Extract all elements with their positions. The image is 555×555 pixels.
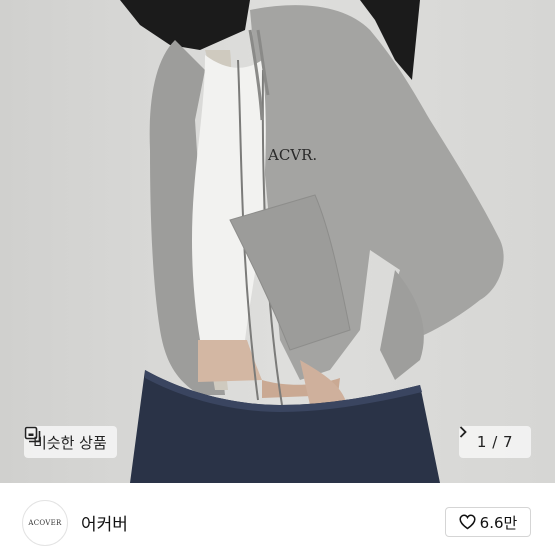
- similar-items-label: 비슷한 상품: [33, 433, 107, 452]
- seller-row: ACOVER 어커버 6.6만: [0, 483, 555, 555]
- seller-avatar-logo: ACOVER: [28, 519, 62, 527]
- similar-items-icon: [24, 426, 41, 443]
- similar-items-button[interactable]: 비슷한 상품: [24, 426, 117, 458]
- seller-avatar[interactable]: ACOVER: [22, 500, 68, 546]
- hoodie-logo: ACVR.: [267, 146, 317, 164]
- seller-name[interactable]: 어커버: [81, 510, 128, 535]
- chevron-right-icon: [459, 426, 467, 438]
- like-button[interactable]: 6.6만: [445, 507, 531, 537]
- image-pager-button[interactable]: 1 / 7: [459, 426, 531, 458]
- product-image[interactable]: ACVR. 비슷한 상품 1 / 7: [0, 0, 555, 483]
- image-pager-text: 1 / 7: [476, 433, 514, 451]
- heart-icon: [459, 514, 476, 530]
- product-photo-illustration: ACVR.: [0, 0, 555, 483]
- like-count: 6.6만: [479, 513, 518, 532]
